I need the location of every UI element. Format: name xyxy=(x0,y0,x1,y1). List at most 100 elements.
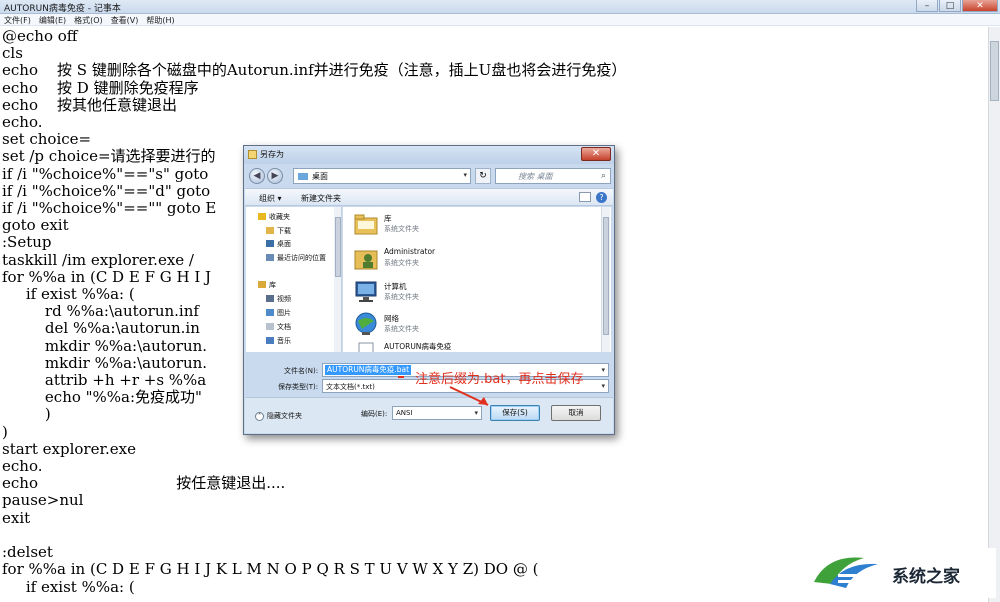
menu-help[interactable]: 帮助(H) xyxy=(142,14,178,25)
filename-label: 文件名(N): xyxy=(284,367,319,375)
annotation-text: 注意后缀为.bat，再点击保存 xyxy=(415,372,584,387)
nav-scrollbar[interactable] xyxy=(334,207,341,352)
menu-format[interactable]: 格式(O) xyxy=(70,14,107,25)
nav-item-libraries[interactable]: 库 xyxy=(258,279,276,291)
menu-edit[interactable]: 编辑(E) xyxy=(35,14,70,25)
chevron-down-icon[interactable]: ▾ xyxy=(601,382,605,390)
network-icon xyxy=(355,312,377,335)
organize-button[interactable]: 组织 ▾ xyxy=(259,193,282,204)
editor-line: echo. xyxy=(2,457,43,476)
cancel-button[interactable]: 取消 xyxy=(551,405,601,421)
user-folder-icon xyxy=(354,250,378,270)
star-icon xyxy=(258,213,266,220)
list-item[interactable]: AUTORUN病毒免疫 xyxy=(351,339,591,352)
maximize-button[interactable]: □ xyxy=(939,0,961,12)
minimize-button[interactable]: – xyxy=(916,0,938,12)
file-name: Administrator xyxy=(384,247,436,256)
help-icon[interactable]: ? xyxy=(596,192,607,203)
refresh-icon[interactable]: ↻ xyxy=(475,168,491,184)
nav-item-music[interactable]: 音乐 xyxy=(266,335,291,347)
dialog-titlebar: 另存为 ✕ xyxy=(244,146,614,164)
list-item[interactable]: 库 系统文件夹 xyxy=(351,209,591,239)
window-title: AUTORUN病毒免疫 - 记事本 xyxy=(4,4,121,14)
picture-icon xyxy=(266,309,274,316)
editor-line: exit xyxy=(2,508,31,527)
library-icon xyxy=(258,281,266,288)
filetype-label: 保存类型(T): xyxy=(278,383,319,391)
address-bar[interactable]: 桌面 ▾ xyxy=(293,168,471,184)
file-type: 系统文件夹 xyxy=(384,325,419,333)
editor-line: start explorer.exe xyxy=(2,439,136,458)
dialog-folder-icon xyxy=(248,150,257,159)
chevron-down-icon[interactable]: ▾ xyxy=(601,366,605,374)
nav-label: 收藏夹 xyxy=(269,213,290,221)
editor-scrollbar[interactable] xyxy=(988,27,1000,602)
nav-label: 文档 xyxy=(277,323,291,331)
watermark-text: 系统之家 xyxy=(892,567,960,587)
chevron-up-icon: ˄ xyxy=(255,412,264,421)
recent-places-icon xyxy=(266,254,274,261)
nav-label: 最近访问的位置 xyxy=(277,254,326,262)
editor-line: echo 按 S 键删除各个磁盘中的Autorun.inf并进行免疫（注意，插上… xyxy=(2,61,627,80)
file-type: 系统文件夹 xyxy=(384,293,419,301)
list-item[interactable]: 网络 系统文件夹 xyxy=(351,309,591,339)
editor-line: echo 按任意键退出.... xyxy=(2,474,286,493)
view-options-icon[interactable] xyxy=(579,192,591,202)
file-type: 系统文件夹 xyxy=(384,259,419,267)
file-name: 计算机 xyxy=(384,282,407,291)
search-placeholder: 搜索 桌面 xyxy=(518,172,553,181)
file-list-scrollbar-thumb[interactable] xyxy=(603,217,609,335)
menu-file[interactable]: 文件(F) xyxy=(0,14,35,25)
editor-line: pause>nul xyxy=(2,491,84,510)
dialog-close-button[interactable]: ✕ xyxy=(581,147,611,161)
file-name: AUTORUN病毒免疫 xyxy=(384,342,452,351)
search-icon[interactable]: ⌕ xyxy=(601,171,606,181)
window-controls: – □ ✕ xyxy=(915,0,998,14)
nav-label: 音乐 xyxy=(277,337,291,345)
chevron-down-icon[interactable]: ▾ xyxy=(463,171,467,179)
nav-item-recent[interactable]: 最近访问的位置 xyxy=(266,252,326,264)
close-button[interactable]: ✕ xyxy=(962,0,998,12)
nav-scrollbar-thumb[interactable] xyxy=(335,217,341,277)
file-list-scrollbar[interactable] xyxy=(601,207,610,352)
nav-label: 库 xyxy=(269,281,276,289)
menu-view[interactable]: 查看(V) xyxy=(107,14,143,25)
list-item[interactable]: Administrator 系统文件夹 xyxy=(351,243,591,273)
nav-label: 视频 xyxy=(277,295,291,303)
nav-item-downloads[interactable]: 下载 xyxy=(266,225,291,237)
nav-item-favorites[interactable]: 收藏夹 xyxy=(258,211,290,223)
file-name: 库 xyxy=(384,214,392,223)
computer-icon xyxy=(355,281,377,302)
nav-item-documents[interactable]: 文档 xyxy=(266,321,291,333)
new-folder-button[interactable]: 新建文件夹 xyxy=(301,193,341,204)
download-folder-icon xyxy=(266,227,274,234)
editor-line: echo 按其他任意键退出 xyxy=(2,95,178,114)
watermark-logo-icon xyxy=(814,557,878,588)
editor-line: echo. xyxy=(2,113,43,132)
music-icon xyxy=(266,337,274,344)
editor-line: cls xyxy=(2,44,23,63)
nav-item-desktop[interactable]: 桌面 xyxy=(266,238,291,250)
text-file-icon xyxy=(358,342,374,352)
back-arrow-icon[interactable]: ◀ xyxy=(249,168,265,184)
scrollbar-thumb[interactable] xyxy=(990,41,999,101)
nav-item-videos[interactable]: 视频 xyxy=(266,293,291,305)
file-name: 网络 xyxy=(384,314,399,323)
search-input[interactable]: 搜索 桌面 ⌕ xyxy=(495,168,611,184)
document-icon xyxy=(266,323,274,330)
encoding-label: 编码(E): xyxy=(361,410,388,418)
dialog-toolbar: 组织 ▾ 新建文件夹 ? xyxy=(245,188,613,206)
nav-item-pictures[interactable]: 图片 xyxy=(266,307,291,319)
hide-folders-toggle[interactable]: ˄ 隐藏文件夹 xyxy=(255,411,302,421)
menu-bar: 文件(F) 编辑(E) 格式(O) 查看(V) 帮助(H) xyxy=(0,14,1000,26)
editor-line: @echo off xyxy=(2,27,78,45)
address-text: 桌面 xyxy=(312,172,328,181)
list-item[interactable]: 计算机 系统文件夹 xyxy=(351,277,591,307)
forward-arrow-icon[interactable]: ▶ xyxy=(267,168,283,184)
notepad-titlebar: AUTORUN病毒免疫 - 记事本 – □ ✕ xyxy=(0,0,1000,14)
nav-label: 桌面 xyxy=(277,240,291,248)
editor-line: echo 按 D 键删除免疫程序 xyxy=(2,78,199,97)
desktop-folder-icon xyxy=(298,173,308,180)
file-type: 系统文件夹 xyxy=(384,225,419,233)
